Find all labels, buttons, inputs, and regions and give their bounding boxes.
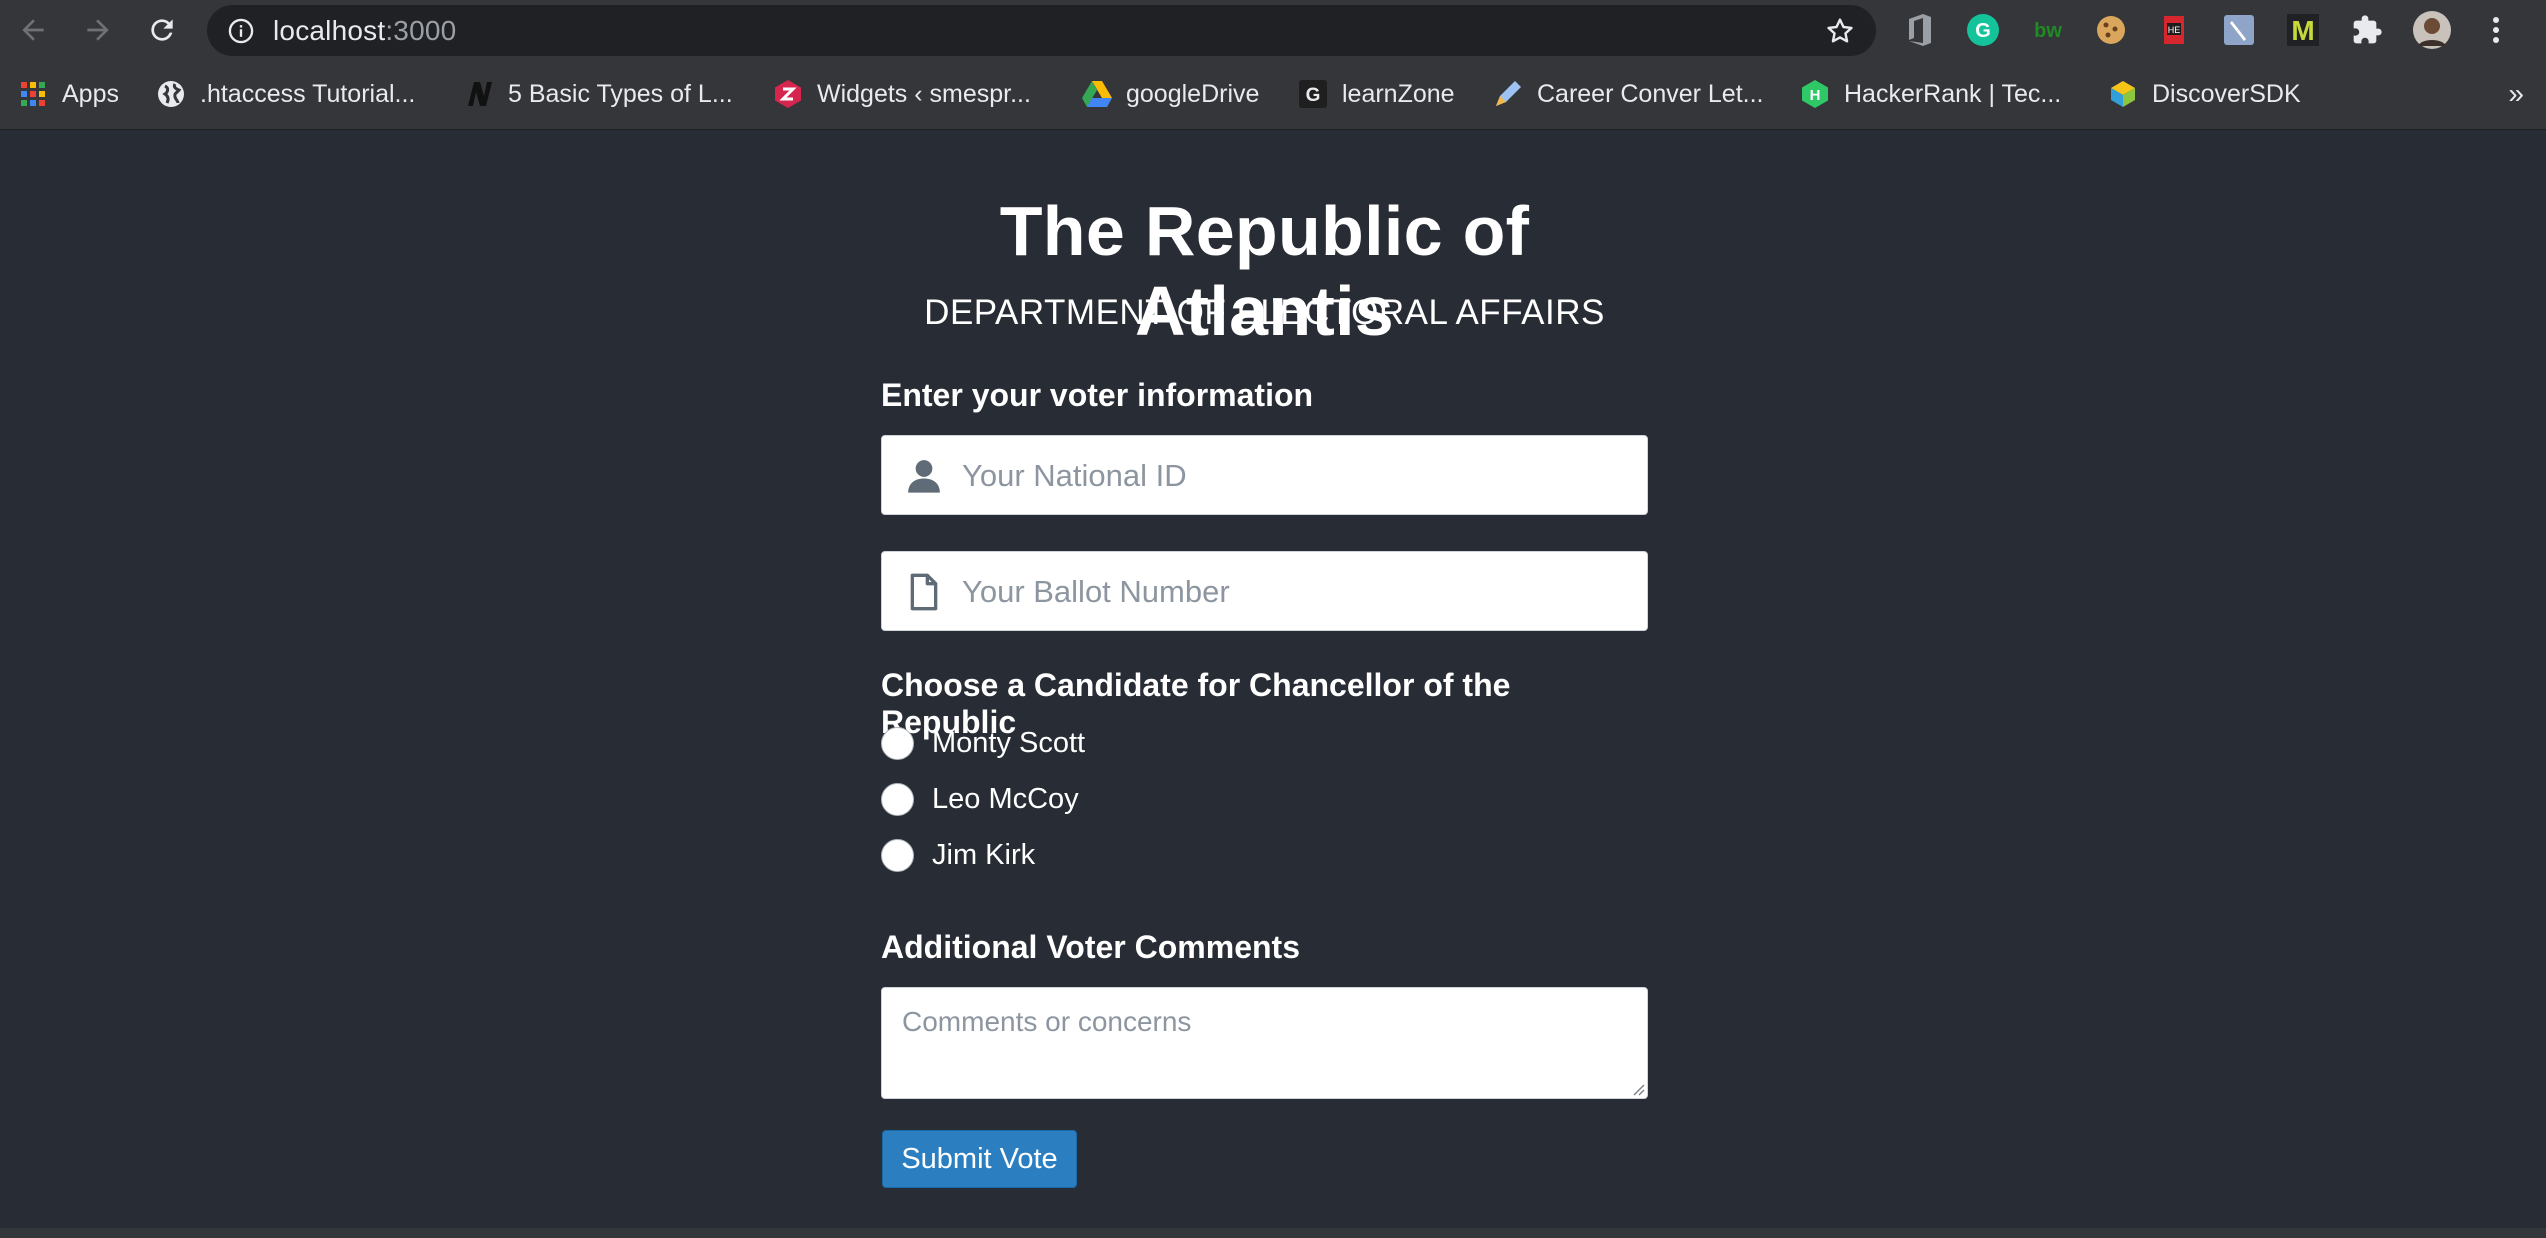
pen-icon [1493, 79, 1523, 109]
comments-placeholder: Comments or concerns [902, 1006, 1192, 1037]
submit-vote-button[interactable]: Submit Vote [882, 1130, 1077, 1188]
bookmark-label: learnZone [1342, 79, 1455, 108]
url-host: localhost [273, 15, 386, 46]
globe-icon [156, 79, 186, 109]
candidate-option-monty-scott[interactable]: Monty Scott [881, 723, 1085, 763]
svg-text:M: M [2291, 15, 2314, 46]
back-arrow-icon [22, 19, 44, 41]
bookmark-label: googleDrive [1126, 79, 1260, 108]
bookmark-label: .htaccess Tutorial... [200, 79, 416, 108]
candidate-label: Monty Scott [932, 726, 1086, 759]
page-subtitle: DEPARTMENT OF ELECTORAL AFFAIRS [924, 293, 1605, 332]
bookmark-label: HackerRank | Tec... [1844, 79, 2062, 108]
bookmark-label: Apps [62, 79, 119, 108]
bookmark-hackerrank[interactable]: H HackerRank | Tec... [1800, 74, 2061, 114]
bookmark-label: Widgets ‹ smespr... [817, 79, 1031, 108]
candidate-label: Leo McCoy [932, 782, 1079, 815]
national-id-placeholder: Your National ID [962, 458, 1187, 493]
bookmark-label: Career Conver Let... [1537, 79, 1764, 108]
chrome-menu-icon[interactable] [2476, 10, 2516, 50]
candidate-radio[interactable] [881, 726, 914, 760]
bookmark-career-conver[interactable]: Career Conver Let... [1493, 74, 1764, 114]
url-text: localhost:3000 [273, 5, 456, 56]
bw-extension-icon[interactable]: bw [2028, 10, 2068, 50]
url-port: :3000 [385, 15, 457, 46]
svg-text:G: G [1306, 85, 1321, 106]
svg-text:bw: bw [2034, 20, 2062, 42]
apps-grid-icon [18, 79, 48, 109]
bookmarks-bar: Apps .htaccess Tutorial... 5 Basic Types… [0, 60, 2546, 130]
bookmark-label: DiscoverSDK [2152, 79, 2301, 108]
bookmark-discoversdk[interactable]: DiscoverSDK [2108, 74, 2301, 114]
cookie-extension-icon[interactable] [2091, 10, 2131, 50]
address-bar[interactable]: localhost:3000 [207, 5, 1876, 56]
google-drive-icon [1082, 79, 1112, 109]
document-icon [910, 573, 938, 611]
resize-grip-icon[interactable] [1631, 1082, 1645, 1096]
ballot-number-input[interactable]: Your Ballot Number [881, 551, 1648, 631]
user-icon [908, 460, 940, 493]
office-extension-icon[interactable] [1900, 10, 1940, 50]
bookmark-star-icon[interactable] [1824, 15, 1856, 47]
svg-text:G: G [1975, 20, 1991, 42]
svg-text:HE: HE [2168, 25, 2181, 35]
candidate-option-leo-mccoy[interactable]: Leo McCoy [881, 779, 1079, 819]
smespr-logo-icon [773, 79, 803, 109]
national-id-input[interactable]: Your National ID [881, 435, 1648, 515]
discoversdk-icon [2108, 79, 2138, 109]
back-button[interactable] [11, 8, 55, 52]
profile-avatar[interactable] [2412, 10, 2452, 50]
bookmark-googledrive[interactable]: googleDrive [1082, 74, 1259, 114]
forward-button[interactable] [76, 8, 120, 52]
hackerearth-extension-icon[interactable]: HE [2155, 10, 2195, 50]
bookmark-label: 5 Basic Types of L... [508, 79, 733, 108]
page-bottom-edge [0, 1228, 2546, 1238]
bookmarks-overflow-button[interactable]: » [2508, 74, 2524, 114]
pen-extension-icon[interactable] [2219, 10, 2259, 50]
candidate-radio[interactable] [881, 782, 914, 816]
candidate-radio[interactable] [881, 838, 914, 872]
extensions-puzzle-icon[interactable] [2347, 10, 2387, 50]
bookmark-htaccess[interactable]: .htaccess Tutorial... [156, 74, 415, 114]
m-extension-icon[interactable]: M [2283, 10, 2323, 50]
forward-arrow-icon [87, 19, 109, 41]
candidate-option-jim-kirk[interactable]: Jim Kirk [881, 835, 1035, 875]
voter-info-label: Enter your voter information [881, 377, 1314, 413]
grammarly-extension-icon[interactable]: G [1963, 10, 2003, 50]
reload-button[interactable] [140, 8, 184, 52]
bookmark-apps[interactable]: Apps [18, 74, 119, 114]
bookmark-basic-types[interactable]: 5 Basic Types of L... [464, 74, 733, 114]
g-logo-icon: G [1298, 79, 1328, 109]
browser-toolbar: localhost:3000 G bw HE M [0, 0, 2546, 60]
svg-text:H: H [1810, 87, 1821, 104]
candidate-label: Jim Kirk [932, 838, 1036, 871]
hackerrank-icon: H [1800, 79, 1830, 109]
ballot-number-placeholder: Your Ballot Number [962, 574, 1230, 609]
comments-label: Additional Voter Comments [881, 929, 1300, 965]
n-logo-icon [464, 79, 494, 109]
bookmark-learnzone[interactable]: G learnZone [1298, 74, 1455, 114]
bookmark-widgets[interactable]: Widgets ‹ smespr... [773, 74, 1031, 114]
page-viewport: The Republic of Atlantis DEPARTMENT OF E… [0, 131, 2546, 1228]
reload-icon [151, 19, 173, 41]
site-info-icon[interactable] [227, 17, 255, 45]
comments-textarea[interactable]: Comments or concerns [881, 987, 1648, 1099]
